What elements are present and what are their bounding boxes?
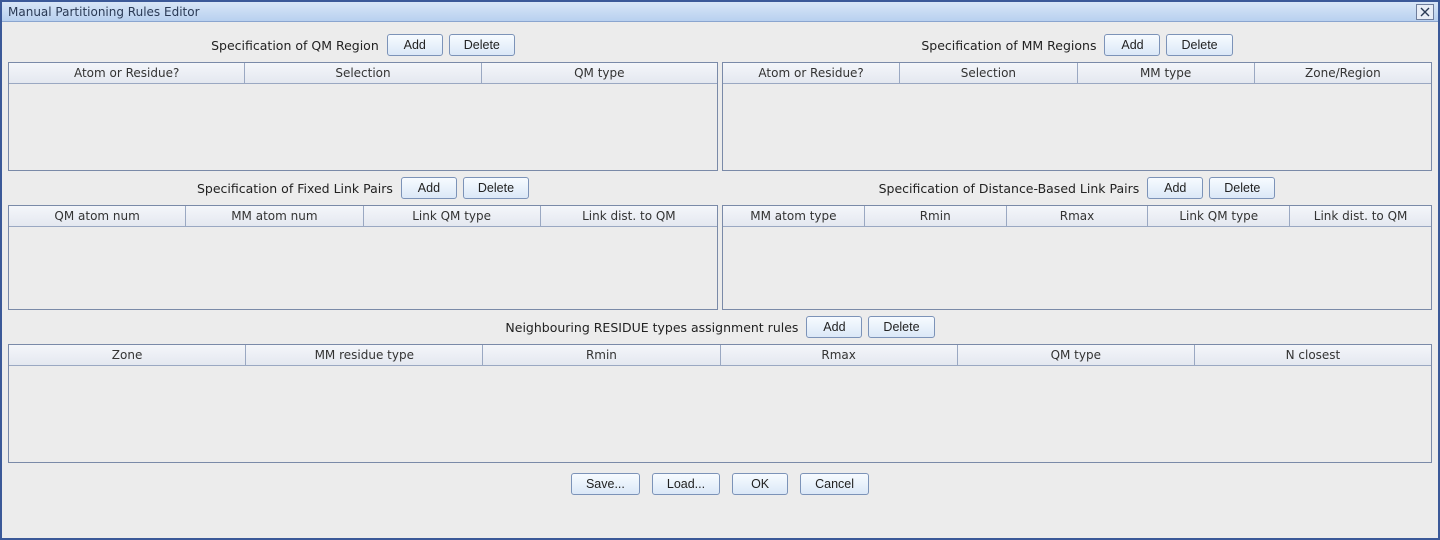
label-mm-regions: Specification of MM Regions xyxy=(921,38,1096,53)
table-body[interactable] xyxy=(9,227,717,309)
column-header[interactable]: N closest xyxy=(1195,345,1431,366)
close-icon[interactable] xyxy=(1416,4,1434,20)
table-qm-region[interactable]: Atom or Residue? Selection QM type xyxy=(8,62,718,171)
table-mm-regions[interactable]: Atom or Residue? Selection MM type Zone/… xyxy=(722,62,1432,171)
table-body[interactable] xyxy=(723,84,1431,170)
header-qm-region: Specification of QM Region Add Delete xyxy=(8,28,718,62)
delete-button[interactable]: Delete xyxy=(463,177,529,199)
header-fixed-link: Specification of Fixed Link Pairs Add De… xyxy=(8,171,718,205)
column-header[interactable]: Zone/Region xyxy=(1255,63,1431,84)
column-header[interactable]: Selection xyxy=(900,63,1077,84)
add-button[interactable]: Add xyxy=(1104,34,1160,56)
panel-dist-link: Specification of Distance-Based Link Pai… xyxy=(722,171,1432,310)
column-header[interactable]: Rmax xyxy=(1007,206,1149,227)
ok-button[interactable]: OK xyxy=(732,473,788,495)
row-link-pairs: Specification of Fixed Link Pairs Add De… xyxy=(8,171,1432,310)
window-frame: Manual Partitioning Rules Editor Specifi… xyxy=(0,0,1440,540)
table-body[interactable] xyxy=(9,366,1431,462)
column-header[interactable]: Atom or Residue? xyxy=(9,63,245,84)
delete-button[interactable]: Delete xyxy=(1209,177,1275,199)
column-header[interactable]: MM atom type xyxy=(723,206,865,227)
panel-fixed-link: Specification of Fixed Link Pairs Add De… xyxy=(8,171,718,310)
column-header[interactable]: Link QM type xyxy=(1148,206,1290,227)
table-fixed-link[interactable]: QM atom num MM atom num Link QM type Lin… xyxy=(8,205,718,310)
column-header[interactable]: Link QM type xyxy=(364,206,541,227)
delete-button[interactable]: Delete xyxy=(449,34,515,56)
add-button[interactable]: Add xyxy=(1147,177,1203,199)
column-header[interactable]: Link dist. to QM xyxy=(541,206,717,227)
delete-button[interactable]: Delete xyxy=(868,316,934,338)
load-button[interactable]: Load... xyxy=(652,473,720,495)
column-header[interactable]: QM atom num xyxy=(9,206,186,227)
column-header[interactable]: MM type xyxy=(1078,63,1255,84)
panel-neighbouring: Neighbouring RESIDUE types assignment ru… xyxy=(8,310,1432,463)
row-qm-mm: Specification of QM Region Add Delete At… xyxy=(8,28,1432,171)
header-dist-link: Specification of Distance-Based Link Pai… xyxy=(722,171,1432,205)
column-header[interactable]: Rmax xyxy=(721,345,958,366)
table-body[interactable] xyxy=(9,84,717,170)
header-mm-regions: Specification of MM Regions Add Delete xyxy=(722,28,1432,62)
panel-mm-regions: Specification of MM Regions Add Delete A… xyxy=(722,28,1432,171)
add-button[interactable]: Add xyxy=(806,316,862,338)
header-neighbouring: Neighbouring RESIDUE types assignment ru… xyxy=(8,310,1432,344)
table-header: QM atom num MM atom num Link QM type Lin… xyxy=(9,206,717,227)
label-qm-region: Specification of QM Region xyxy=(211,38,379,53)
table-header: Atom or Residue? Selection QM type xyxy=(9,63,717,84)
delete-button[interactable]: Delete xyxy=(1166,34,1232,56)
table-dist-link[interactable]: MM atom type Rmin Rmax Link QM type Link… xyxy=(722,205,1432,310)
column-header[interactable]: QM type xyxy=(958,345,1195,366)
titlebar: Manual Partitioning Rules Editor xyxy=(2,2,1438,22)
label-neighbouring: Neighbouring RESIDUE types assignment ru… xyxy=(505,320,798,335)
table-body[interactable] xyxy=(723,227,1431,309)
content-area: Specification of QM Region Add Delete At… xyxy=(2,22,1438,538)
table-header: Zone MM residue type Rmin Rmax QM type N… xyxy=(9,345,1431,366)
add-button[interactable]: Add xyxy=(401,177,457,199)
table-header: MM atom type Rmin Rmax Link QM type Link… xyxy=(723,206,1431,227)
add-button[interactable]: Add xyxy=(387,34,443,56)
footer-buttons: Save... Load... OK Cancel xyxy=(8,463,1432,501)
column-header[interactable]: Link dist. to QM xyxy=(1290,206,1431,227)
column-header[interactable]: Selection xyxy=(245,63,481,84)
save-button[interactable]: Save... xyxy=(571,473,640,495)
label-fixed-link: Specification of Fixed Link Pairs xyxy=(197,181,393,196)
table-header: Atom or Residue? Selection MM type Zone/… xyxy=(723,63,1431,84)
table-neighbouring[interactable]: Zone MM residue type Rmin Rmax QM type N… xyxy=(8,344,1432,463)
column-header[interactable]: MM atom num xyxy=(186,206,363,227)
column-header[interactable]: Rmin xyxy=(865,206,1007,227)
column-header[interactable]: Zone xyxy=(9,345,246,366)
cancel-button[interactable]: Cancel xyxy=(800,473,869,495)
label-dist-link: Specification of Distance-Based Link Pai… xyxy=(879,181,1140,196)
window-title: Manual Partitioning Rules Editor xyxy=(6,5,1416,19)
column-header[interactable]: Atom or Residue? xyxy=(723,63,900,84)
column-header[interactable]: QM type xyxy=(482,63,717,84)
column-header[interactable]: MM residue type xyxy=(246,345,483,366)
panel-qm-region: Specification of QM Region Add Delete At… xyxy=(8,28,718,171)
column-header[interactable]: Rmin xyxy=(483,345,720,366)
